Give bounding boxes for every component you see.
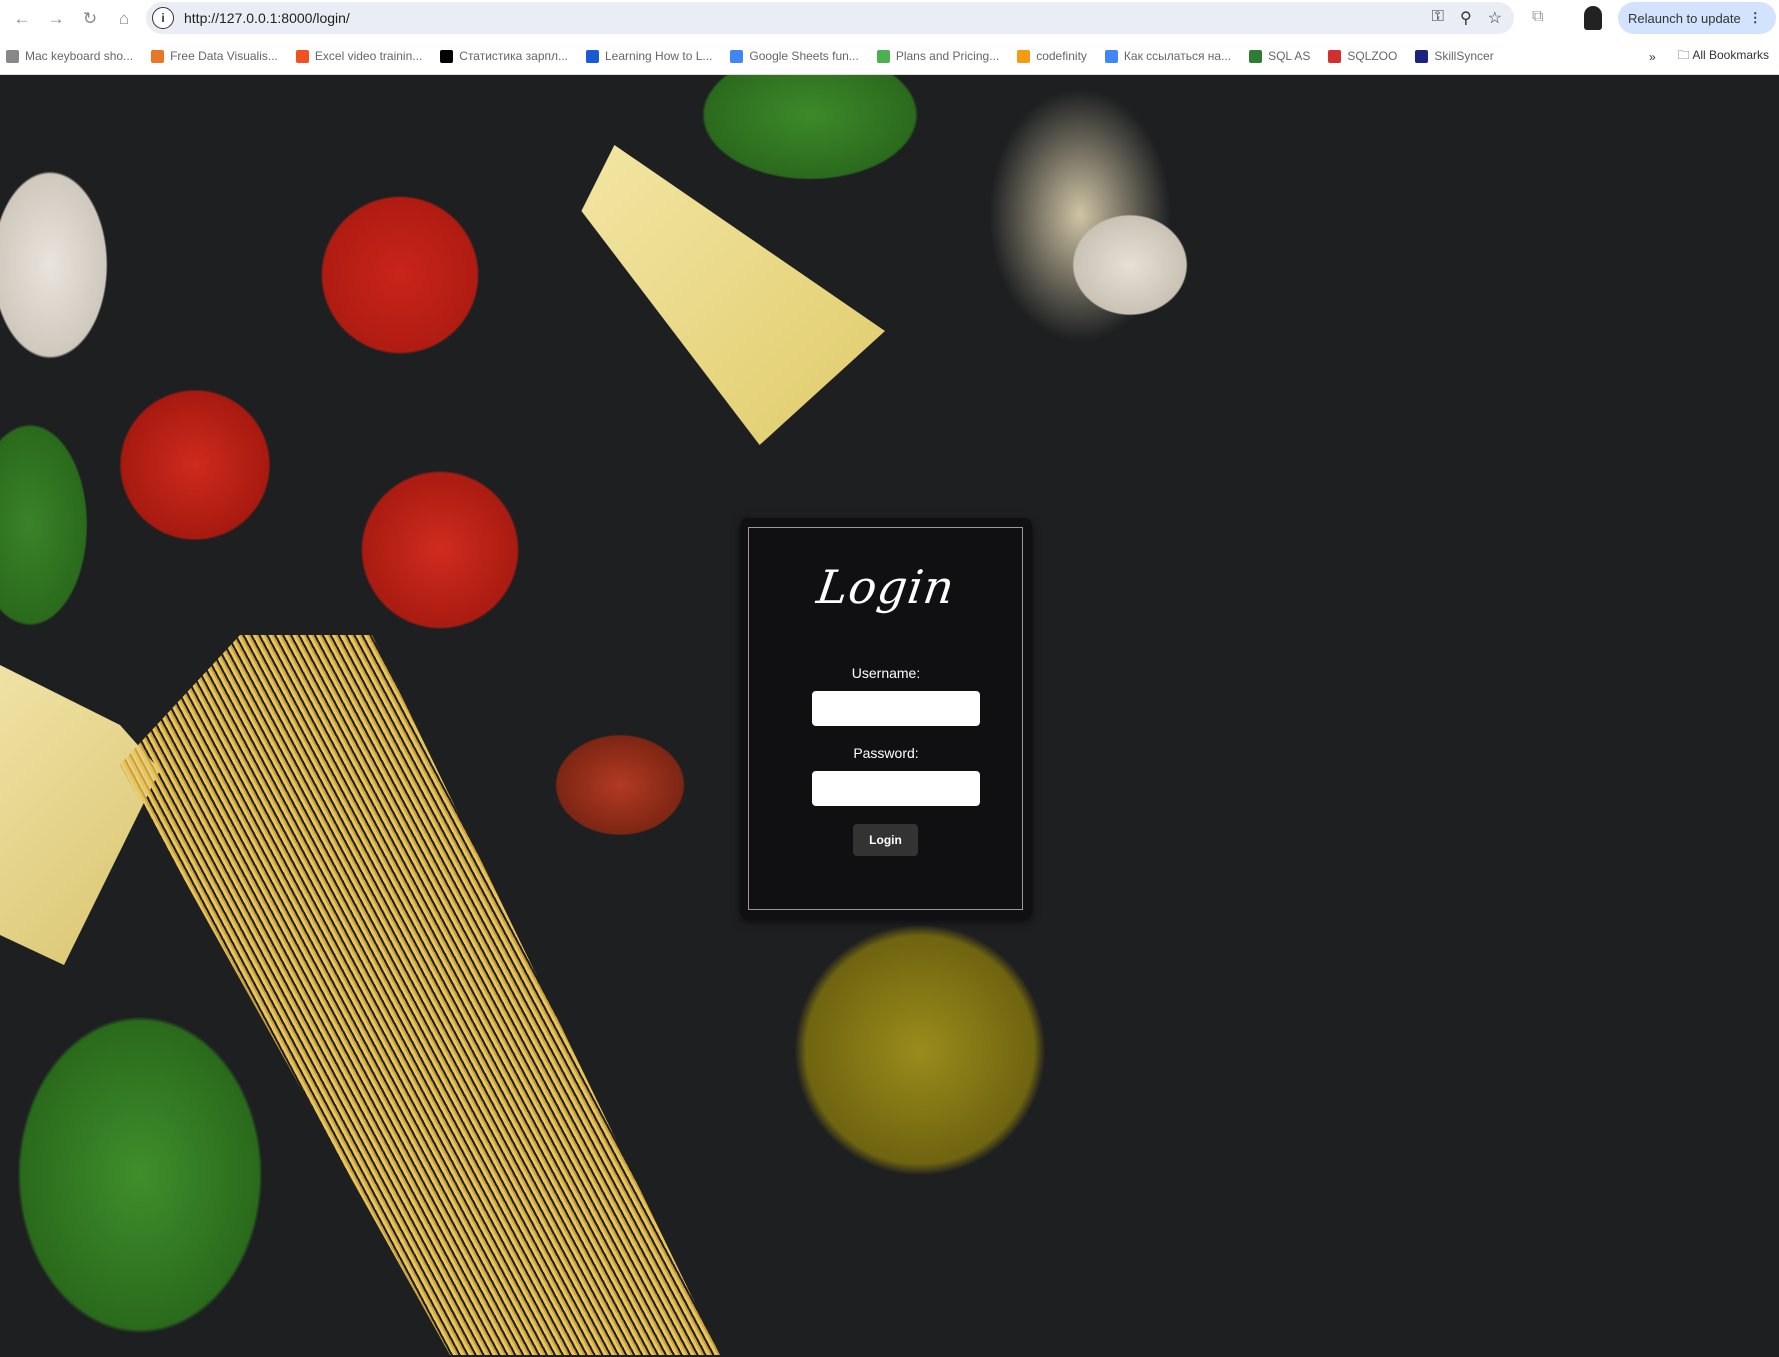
bookmark-favicon-icon — [1249, 49, 1263, 63]
username-label: Username: — [851, 665, 921, 681]
bookmark-label: SkillSyncer — [1434, 49, 1494, 63]
bookmark-favicon-icon — [1017, 49, 1031, 63]
address-bar[interactable]: i http://127.0.0.1:8000/login/ ⚿ ⚲ ☆ — [146, 2, 1514, 34]
url-text[interactable]: http://127.0.0.1:8000/login/ — [184, 10, 350, 26]
bookmark-favicon-icon — [876, 49, 890, 63]
browser-toolbar: ← → ↻ ⌂ i http://127.0.0.1:8000/login/ ⚿… — [0, 0, 1779, 38]
bookmark-label: Free Data Visualis... — [170, 49, 278, 63]
bookmark-label: Learning How to L... — [605, 49, 713, 63]
bookmark-item[interactable]: Plans and Pricing... — [876, 49, 1000, 63]
bookmark-label: Статистика зарпл... — [459, 49, 568, 63]
bookmark-favicon-icon — [586, 49, 599, 63]
reload-icon[interactable]: ↻ — [78, 9, 102, 29]
bookmark-item[interactable]: Excel video trainin... — [295, 49, 423, 63]
bookmark-item[interactable]: Free Data Visualis... — [151, 49, 278, 63]
bookmark-item[interactable]: Статистика зарпл... — [440, 49, 568, 63]
site-info-icon[interactable]: i — [152, 7, 174, 29]
login-button[interactable]: Login — [853, 824, 918, 856]
back-icon[interactable]: ← — [10, 9, 34, 29]
extensions-icon[interactable]: ⧉ — [1532, 8, 1543, 26]
bookmark-label: SQLZOO — [1347, 49, 1398, 63]
more-bookmarks-icon[interactable]: » — [1649, 50, 1656, 64]
bookmark-item[interactable]: Google Sheets fun... — [730, 49, 859, 63]
zoom-icon[interactable]: ⚲ — [1460, 8, 1472, 28]
bookmark-label: Как ссылаться на... — [1123, 49, 1232, 63]
cheese-decoration — [0, 665, 160, 965]
bookmark-item[interactable]: Как ссылаться на... — [1104, 49, 1232, 63]
all-bookmarks[interactable]: 🗀 All Bookmarks — [1678, 46, 1769, 67]
all-bookmarks-label: All Bookmarks — [1692, 48, 1769, 62]
forward-icon[interactable]: → — [44, 9, 68, 29]
bookmark-favicon-icon — [1104, 49, 1118, 63]
cheese-decoration — [581, 145, 885, 445]
profile-avatar[interactable] — [1584, 6, 1602, 30]
bookmark-item[interactable]: Learning How to L... — [586, 49, 712, 63]
bookmark-item[interactable]: SkillSyncer — [1415, 49, 1494, 63]
bookmark-item[interactable]: codefinity — [1017, 49, 1087, 63]
bookmark-item[interactable]: SQLZOO — [1328, 49, 1397, 63]
password-label: Password: — [853, 745, 919, 761]
password-key-icon[interactable]: ⚿ — [1432, 8, 1444, 28]
relaunch-label: Relaunch to update — [1628, 10, 1741, 26]
bookmark-favicon-icon — [1415, 49, 1429, 63]
bookmark-label: Google Sheets fun... — [749, 49, 859, 63]
bookmark-label: SQL AS — [1268, 49, 1311, 63]
login-card: Login Username: Password: Login — [740, 518, 1032, 920]
bookmark-label: Plans and Pricing... — [895, 49, 1000, 63]
bookmark-label: codefinity — [1036, 49, 1087, 63]
relaunch-button[interactable]: Relaunch to update ⋮ — [1618, 2, 1776, 34]
bookmark-favicon-icon — [6, 49, 19, 63]
bookmark-item[interactable]: SQL AS — [1249, 49, 1310, 63]
login-title: Login — [813, 560, 959, 614]
home-icon[interactable]: ⌂ — [112, 9, 136, 29]
bookmark-favicon-icon — [151, 49, 165, 63]
menu-dots-icon[interactable]: ⋮ — [1749, 10, 1762, 26]
bookmark-favicon-icon — [730, 49, 744, 63]
bookmark-star-icon[interactable]: ☆ — [1488, 8, 1502, 28]
username-input[interactable] — [812, 691, 980, 726]
bookmark-favicon-icon — [1328, 49, 1342, 63]
bookmark-label: Mac keyboard sho... — [25, 49, 134, 63]
bookmark-item[interactable]: Mac keyboard sho... — [6, 49, 133, 63]
password-input[interactable] — [812, 771, 980, 806]
bookmark-favicon-icon — [440, 49, 454, 63]
pasta-decoration — [120, 635, 720, 1355]
bookmarks-bar: Mac keyboard sho... Free Data Visualis...… — [0, 38, 1779, 75]
bookmark-favicon-icon — [295, 49, 309, 63]
bookmark-label: Excel video trainin... — [314, 49, 423, 63]
